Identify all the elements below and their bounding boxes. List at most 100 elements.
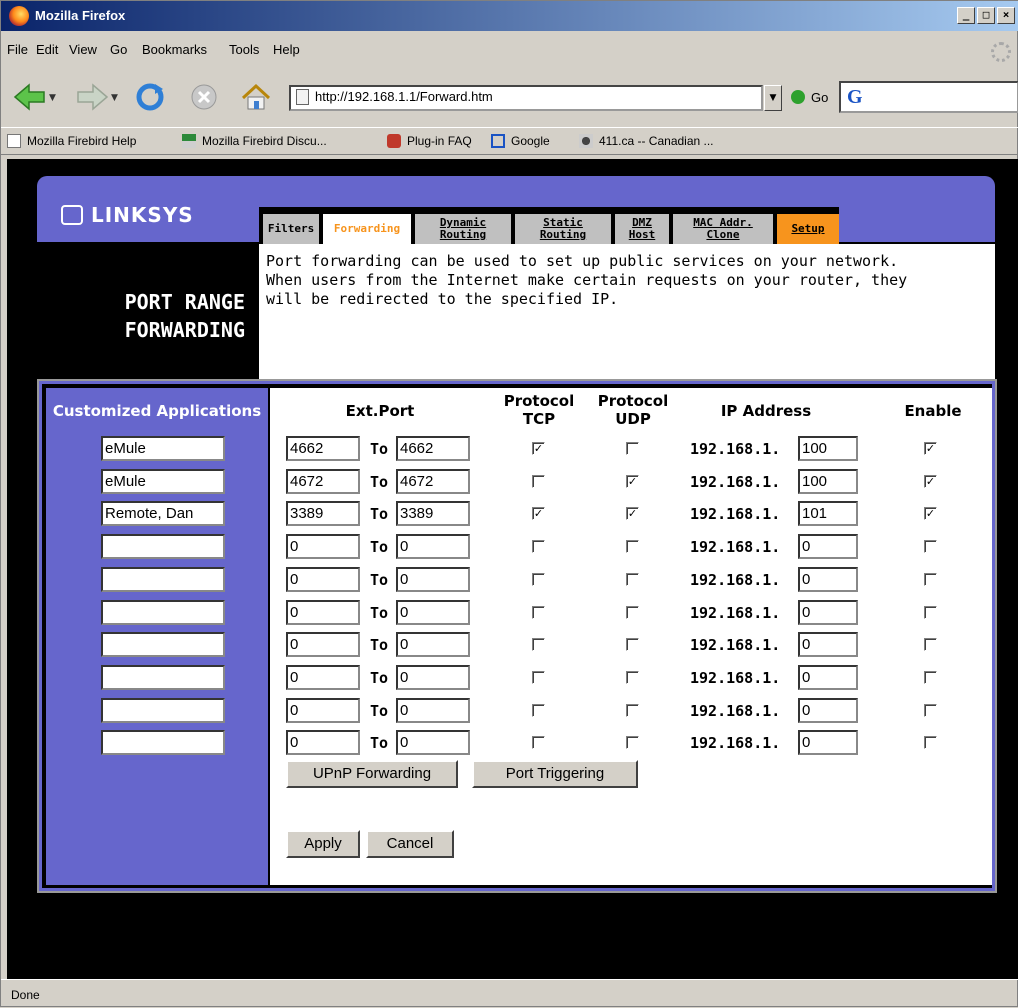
port-from-input[interactable]: 0 — [286, 730, 360, 755]
port-triggering-button[interactable]: Port Triggering — [472, 760, 638, 788]
title-bar[interactable]: Mozilla Firefox _ □ × — [1, 1, 1018, 31]
maximize-button[interactable]: □ — [977, 7, 995, 24]
port-from-input[interactable]: 3389 — [286, 501, 360, 526]
port-from-input[interactable]: 0 — [286, 567, 360, 592]
app-name-input[interactable] — [101, 534, 225, 559]
ip-last-octet-input[interactable]: 0 — [798, 534, 858, 559]
app-name-input[interactable]: eMule — [101, 436, 225, 461]
menu-help[interactable]: Help — [273, 42, 300, 57]
port-to-input[interactable]: 0 — [396, 698, 470, 723]
tcp-checkbox[interactable] — [532, 540, 545, 553]
enable-checkbox[interactable] — [924, 638, 937, 651]
menu-edit[interactable]: Edit — [36, 42, 58, 57]
bookmark-411[interactable]: 411.ca -- Canadian ... — [579, 134, 714, 148]
tab-dmz-host[interactable]: DMZ Host — [611, 207, 669, 244]
udp-checkbox[interactable]: ✓ — [626, 475, 639, 488]
ip-last-octet-input[interactable]: 101 — [798, 501, 858, 526]
udp-checkbox[interactable] — [626, 442, 639, 455]
enable-checkbox[interactable] — [924, 736, 937, 749]
tcp-checkbox[interactable] — [532, 475, 545, 488]
port-to-input[interactable]: 0 — [396, 665, 470, 690]
udp-checkbox[interactable] — [626, 638, 639, 651]
bookmark-firebird-help[interactable]: Mozilla Firebird Help — [7, 134, 136, 148]
ip-last-octet-input[interactable]: 0 — [798, 567, 858, 592]
enable-checkbox[interactable]: ✓ — [924, 507, 937, 520]
stop-icon[interactable] — [187, 82, 221, 112]
app-name-input[interactable] — [101, 632, 225, 657]
port-to-input[interactable]: 0 — [396, 730, 470, 755]
bookmark-firebird-discuss[interactable]: Mozilla Firebird Discu... — [182, 134, 327, 148]
tcp-checkbox[interactable] — [532, 573, 545, 586]
menu-go[interactable]: Go — [110, 42, 127, 57]
back-icon[interactable] — [13, 82, 47, 112]
app-name-input[interactable] — [101, 730, 225, 755]
enable-checkbox[interactable] — [924, 540, 937, 553]
bookmark-google[interactable]: Google — [491, 134, 550, 148]
ip-last-octet-input[interactable]: 100 — [798, 469, 858, 494]
ip-last-octet-input[interactable]: 100 — [798, 436, 858, 461]
port-from-input[interactable]: 0 — [286, 534, 360, 559]
enable-checkbox[interactable] — [924, 606, 937, 619]
tab-dynamic-routing[interactable]: Dynamic Routing — [411, 207, 511, 244]
tab-forwarding[interactable]: Forwarding — [319, 207, 411, 244]
url-dropdown-button[interactable]: ▼ — [764, 85, 782, 111]
port-from-input[interactable]: 0 — [286, 665, 360, 690]
url-input[interactable]: http://192.168.1.1/Forward.htm — [289, 85, 763, 111]
port-to-input[interactable]: 4662 — [396, 436, 470, 461]
port-to-input[interactable]: 3389 — [396, 501, 470, 526]
ip-last-octet-input[interactable]: 0 — [798, 600, 858, 625]
enable-checkbox[interactable] — [924, 573, 937, 586]
udp-checkbox[interactable] — [626, 704, 639, 717]
google-search-input[interactable]: G — [839, 81, 1018, 113]
minimize-button[interactable]: _ — [957, 7, 975, 24]
tcp-checkbox[interactable] — [532, 671, 545, 684]
udp-checkbox[interactable] — [626, 540, 639, 553]
close-button[interactable]: × — [997, 7, 1015, 24]
ip-last-octet-input[interactable]: 0 — [798, 665, 858, 690]
forward-icon[interactable] — [75, 82, 109, 112]
port-to-input[interactable]: 0 — [396, 534, 470, 559]
port-to-input[interactable]: 0 — [396, 567, 470, 592]
apply-button[interactable]: Apply — [286, 830, 360, 858]
udp-checkbox[interactable]: ✓ — [626, 507, 639, 520]
home-icon[interactable] — [239, 82, 273, 112]
upnp-forwarding-button[interactable]: UPnP Forwarding — [286, 760, 458, 788]
reload-icon[interactable] — [133, 82, 167, 112]
tcp-checkbox[interactable]: ✓ — [532, 507, 545, 520]
port-from-input[interactable]: 4672 — [286, 469, 360, 494]
port-from-input[interactable]: 4662 — [286, 436, 360, 461]
tcp-checkbox[interactable]: ✓ — [532, 442, 545, 455]
enable-checkbox[interactable]: ✓ — [924, 442, 937, 455]
cancel-button[interactable]: Cancel — [366, 830, 454, 858]
app-name-input[interactable]: Remote, Dan — [101, 501, 225, 526]
enable-checkbox[interactable]: ✓ — [924, 475, 937, 488]
app-name-input[interactable]: eMule — [101, 469, 225, 494]
udp-checkbox[interactable] — [626, 573, 639, 586]
ip-last-octet-input[interactable]: 0 — [798, 632, 858, 657]
udp-checkbox[interactable] — [626, 736, 639, 749]
menu-bookmarks[interactable]: Bookmarks — [142, 42, 207, 57]
port-to-input[interactable]: 0 — [396, 600, 470, 625]
forward-dropdown-icon[interactable]: ▼ — [111, 93, 118, 103]
ip-last-octet-input[interactable]: 0 — [798, 730, 858, 755]
tcp-checkbox[interactable] — [532, 736, 545, 749]
tab-mac-addr-clone[interactable]: MAC Addr. Clone — [669, 207, 773, 244]
tab-setup[interactable]: Setup — [773, 207, 839, 244]
bookmark-plugin-faq[interactable]: Plug-in FAQ — [387, 134, 472, 148]
menu-tools[interactable]: Tools — [229, 42, 259, 57]
app-name-input[interactable] — [101, 600, 225, 625]
udp-checkbox[interactable] — [626, 671, 639, 684]
app-name-input[interactable] — [101, 567, 225, 592]
ip-last-octet-input[interactable]: 0 — [798, 698, 858, 723]
port-from-input[interactable]: 0 — [286, 600, 360, 625]
udp-checkbox[interactable] — [626, 606, 639, 619]
app-name-input[interactable] — [101, 698, 225, 723]
menu-file[interactable]: File — [7, 42, 28, 57]
port-from-input[interactable]: 0 — [286, 698, 360, 723]
tcp-checkbox[interactable] — [532, 704, 545, 717]
port-from-input[interactable]: 0 — [286, 632, 360, 657]
tcp-checkbox[interactable] — [532, 606, 545, 619]
enable-checkbox[interactable] — [924, 671, 937, 684]
enable-checkbox[interactable] — [924, 704, 937, 717]
tcp-checkbox[interactable] — [532, 638, 545, 651]
